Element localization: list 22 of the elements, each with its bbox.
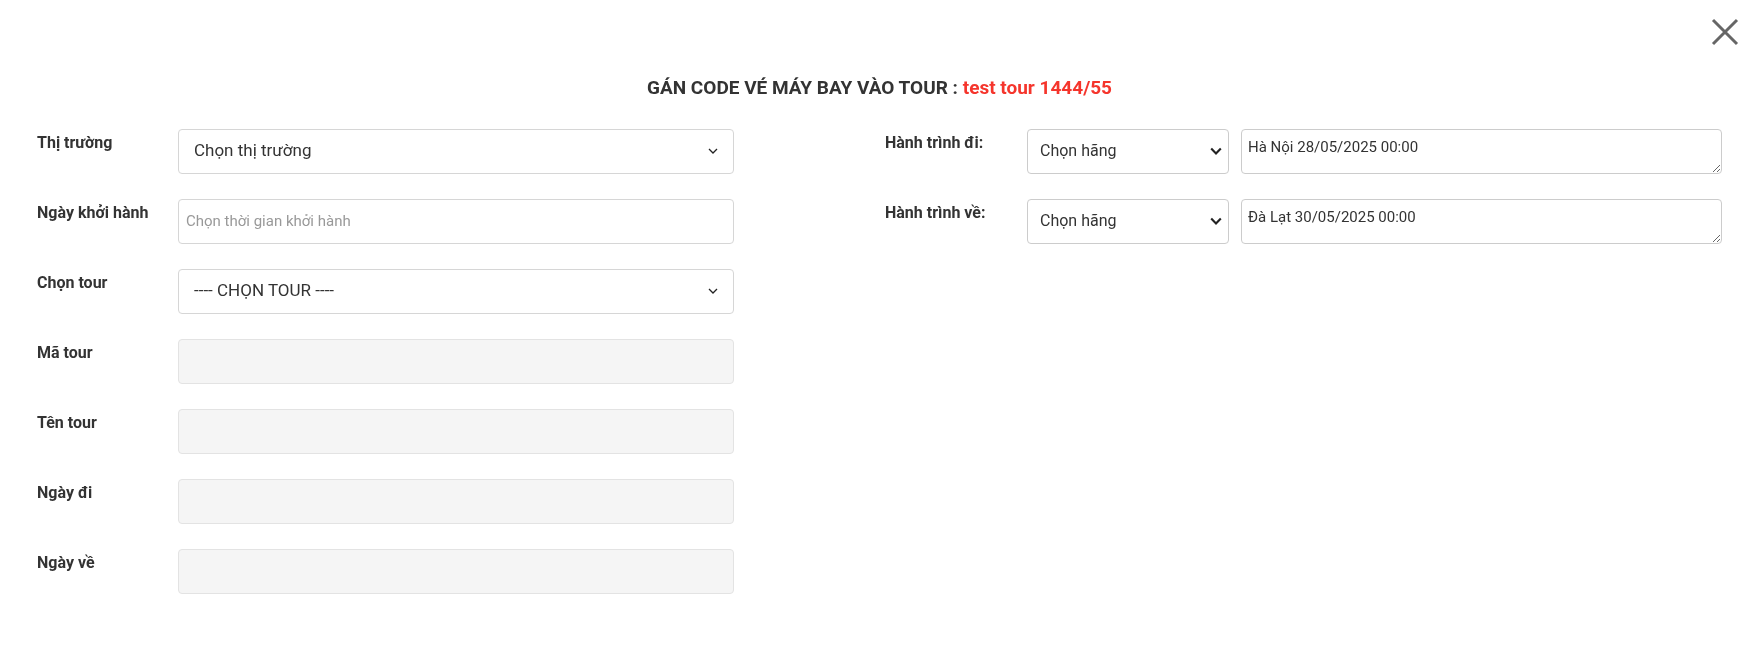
airline-select[interactable]: Chọn hãng (1027, 198, 1229, 244)
field-label: Tên tour (37, 411, 98, 434)
field-label: Ngày khởi hành (37, 201, 150, 224)
field-label: Hành trình đi: (885, 131, 985, 154)
field-label: Chọn tour (37, 271, 109, 294)
chevron-down-icon (708, 288, 718, 294)
field-label: Ngày về (37, 551, 96, 574)
itinerary-textarea[interactable]: Đà Lạt 30/05/2025 00:00 (1241, 198, 1722, 244)
chevron-down-icon (1210, 217, 1222, 225)
select-field[interactable]: Chọn thị trường (178, 128, 734, 174)
itinerary-textarea[interactable]: Hà Nội 28/05/2025 00:00 (1241, 128, 1722, 174)
chevron-down-icon (708, 148, 718, 154)
field-label: Thị trường (37, 131, 114, 154)
select-field[interactable]: ---- CHỌN TOUR ---- (178, 268, 734, 314)
close-button[interactable] (1709, 16, 1741, 48)
airline-select[interactable]: Chọn hãng (1027, 128, 1229, 174)
field-label: Ngày đi (37, 481, 94, 504)
input-field[interactable]: Chọn thời gian khởi hành (178, 198, 734, 244)
field-label: Hành trình về: (885, 201, 987, 224)
field-label: Mã tour (37, 341, 94, 364)
dialog-title: GÁN CODE VÉ MÁY BAY VÀO TOUR : test tour 1444/55 (647, 75, 1112, 101)
chevron-down-icon (1210, 147, 1222, 155)
